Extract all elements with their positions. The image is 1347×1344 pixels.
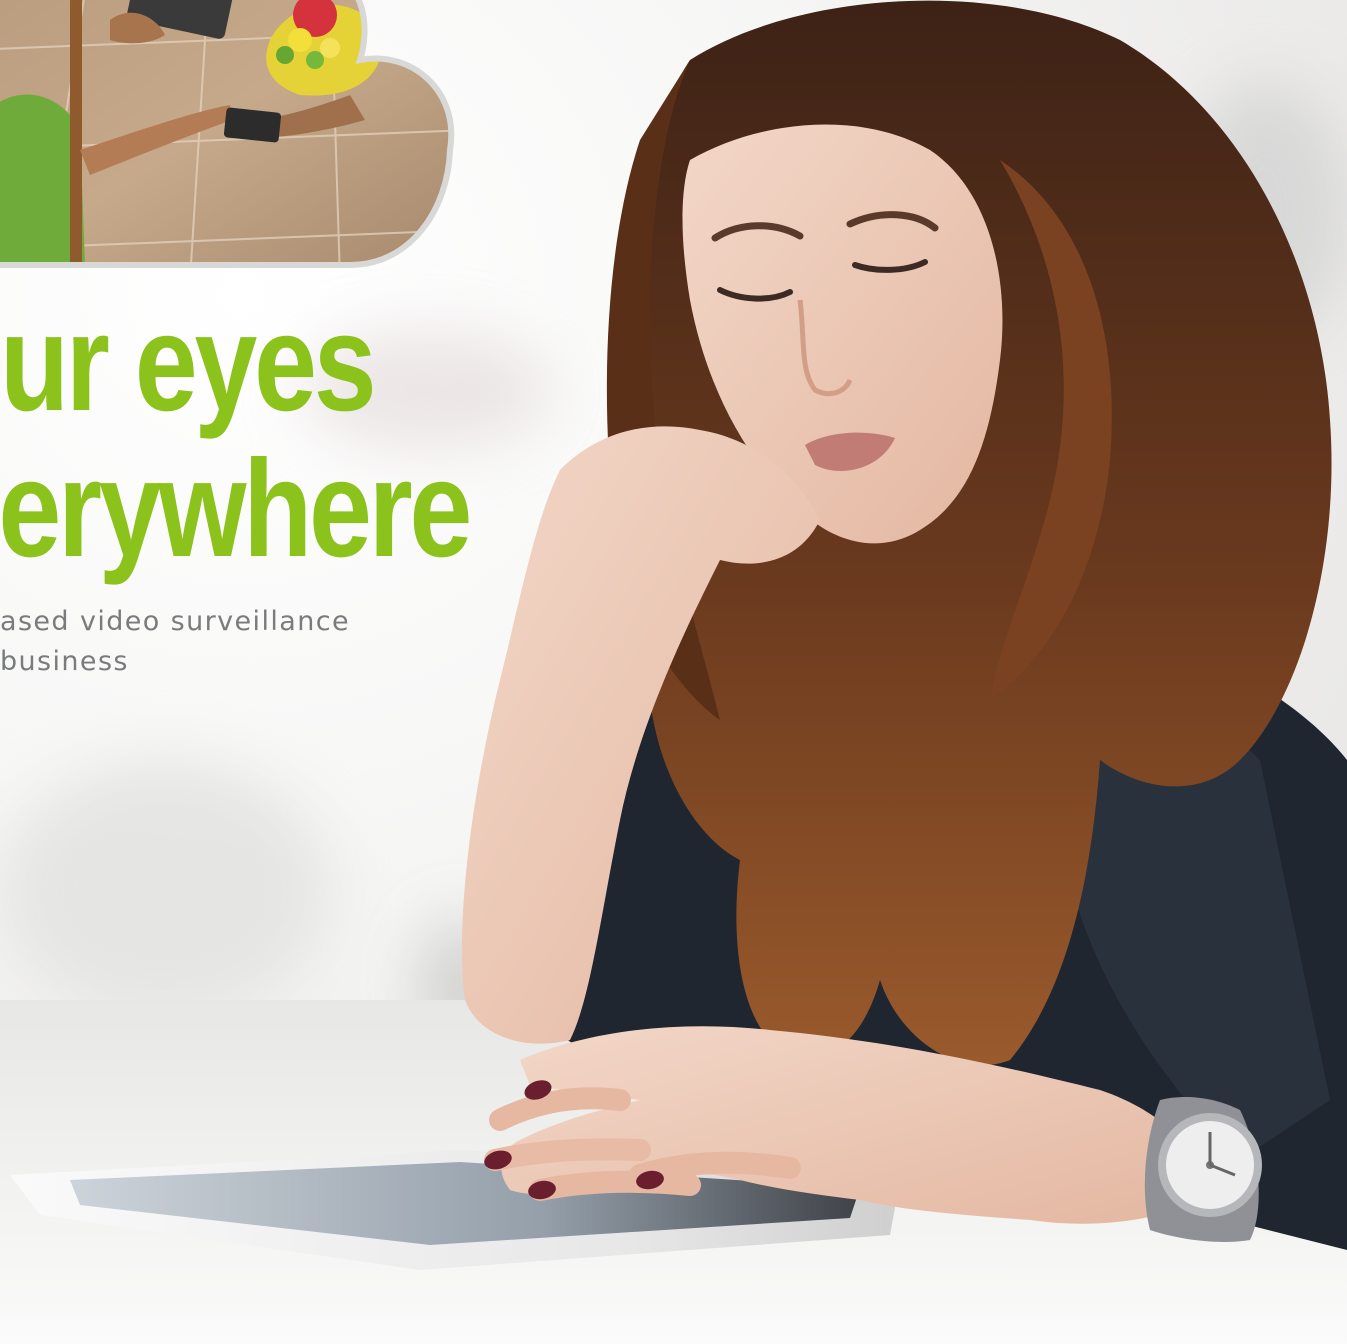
hero-banner: ur eyes erywhere ased video surveillance…: [0, 0, 1347, 1344]
subheadline: ased video surveillance business: [0, 602, 350, 682]
subheadline-line-2: business: [0, 646, 129, 677]
subheadline-line-1: ased video surveillance: [0, 606, 350, 637]
headline: ur eyes erywhere: [0, 286, 472, 586]
headline-line-2: erywhere: [0, 432, 472, 586]
headline-line-1: ur eyes: [0, 286, 377, 440]
